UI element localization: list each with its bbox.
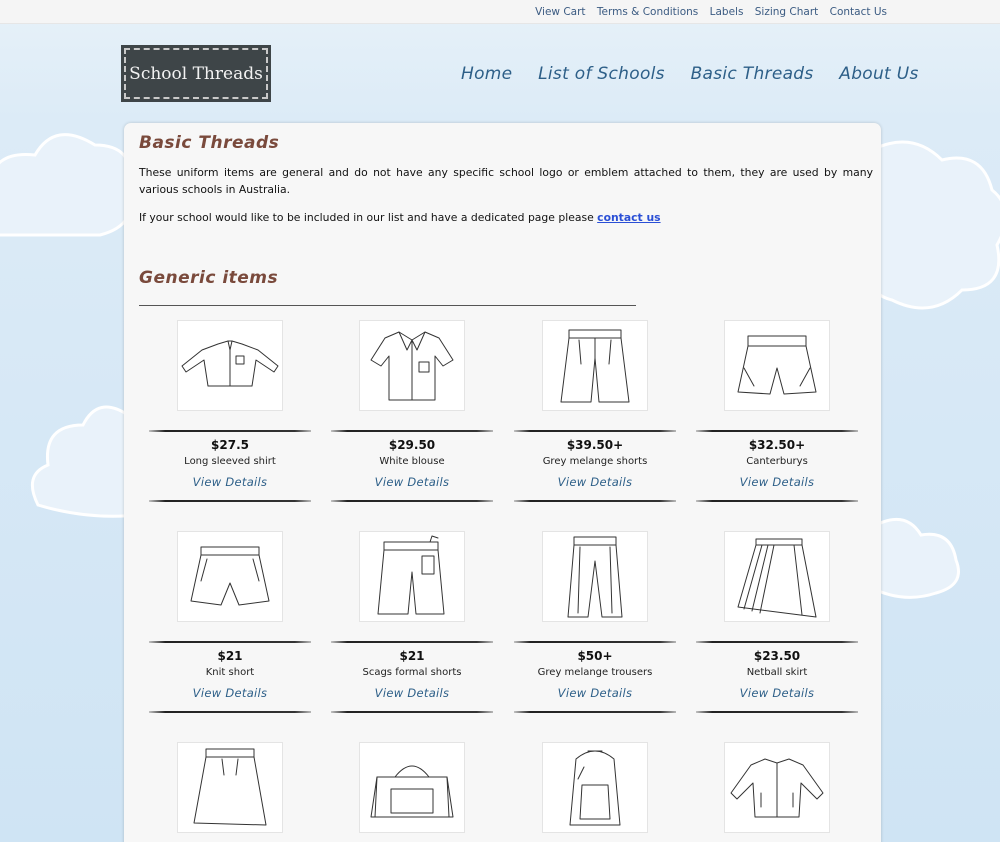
product-thumbnail[interactable] bbox=[177, 320, 283, 411]
jacket-icon bbox=[730, 758, 824, 817]
pleated-skirt-icon bbox=[737, 538, 817, 617]
contact-us-inline-link[interactable]: contact us bbox=[597, 211, 660, 224]
main-nav: Home List of Schools Basic Threads About… bbox=[461, 64, 939, 84]
divider bbox=[149, 641, 311, 643]
product-thumbnail[interactable] bbox=[359, 742, 465, 833]
product-price: $27.5 bbox=[211, 438, 249, 452]
contact-us-link[interactable]: Contact Us bbox=[830, 6, 887, 18]
product-thumbnail[interactable] bbox=[724, 531, 830, 622]
divider bbox=[149, 711, 311, 713]
canterbury-shorts-icon bbox=[737, 335, 817, 394]
nav-list-of-schools[interactable]: List of Schools bbox=[538, 64, 665, 84]
view-cart-link[interactable]: View Cart bbox=[535, 6, 585, 18]
view-details-link[interactable]: View Details bbox=[696, 686, 858, 700]
divider bbox=[696, 641, 858, 643]
product-name: Grey melange trousers bbox=[537, 667, 653, 678]
nav-basic-threads[interactable]: Basic Threads bbox=[691, 64, 814, 84]
product-price: $29.50 bbox=[388, 438, 436, 452]
skirt-icon bbox=[193, 748, 267, 825]
divider bbox=[514, 430, 676, 432]
product-thumbnail[interactable] bbox=[359, 320, 465, 411]
product-thumbnail[interactable] bbox=[724, 320, 830, 411]
sizing-chart-link[interactable]: Sizing Chart bbox=[755, 6, 819, 18]
blouse-icon bbox=[370, 331, 454, 400]
view-details-link[interactable]: View Details bbox=[331, 686, 493, 700]
divider bbox=[696, 500, 858, 502]
intro-contact-text: If your school would like to be included… bbox=[139, 209, 873, 226]
product-price: $21 bbox=[399, 649, 425, 663]
nav-home[interactable]: Home bbox=[461, 64, 512, 84]
product-name: Netball skirt bbox=[746, 667, 808, 678]
intro-text: These uniform items are general and do n… bbox=[139, 166, 873, 196]
cloud-decoration-lower-right bbox=[876, 517, 960, 599]
product-name: Canterburys bbox=[746, 456, 808, 467]
view-details-link[interactable]: View Details bbox=[149, 686, 311, 700]
view-details-link[interactable]: View Details bbox=[514, 686, 676, 700]
formal-shorts-icon bbox=[377, 535, 445, 614]
product-name: Knit short bbox=[205, 667, 255, 678]
sports-bag-icon bbox=[370, 765, 454, 817]
divider bbox=[331, 500, 493, 502]
product-thumbnail[interactable] bbox=[177, 531, 283, 622]
divider bbox=[331, 641, 493, 643]
intro-contact-prefix: If your school would like to be included… bbox=[139, 211, 594, 224]
cloud-decoration-lower-left bbox=[30, 405, 138, 518]
section-divider bbox=[139, 305, 636, 306]
divider bbox=[514, 711, 676, 713]
product-name: Grey melange shorts bbox=[542, 456, 648, 467]
product-price: $39.50+ bbox=[566, 438, 624, 452]
product-name: Scags formal shorts bbox=[362, 667, 462, 678]
product-thumbnail[interactable] bbox=[177, 742, 283, 833]
knit-short-icon bbox=[190, 546, 270, 605]
section-title: Generic items bbox=[139, 268, 279, 288]
view-details-link[interactable]: View Details bbox=[696, 475, 858, 489]
divider bbox=[514, 641, 676, 643]
page-title: Basic Threads bbox=[139, 133, 280, 153]
divider bbox=[331, 711, 493, 713]
product-thumbnail[interactable] bbox=[724, 742, 830, 833]
backpack-icon bbox=[569, 750, 621, 825]
view-details-link[interactable]: View Details bbox=[149, 475, 311, 489]
divider bbox=[696, 711, 858, 713]
product-price: $21 bbox=[217, 649, 243, 663]
product-price: $23.50 bbox=[753, 649, 801, 663]
cloud-decoration-left bbox=[0, 133, 134, 237]
trousers-icon bbox=[567, 536, 623, 617]
divider bbox=[696, 430, 858, 432]
terms-conditions-link[interactable]: Terms & Conditions bbox=[597, 6, 698, 18]
logo-text: School Threads bbox=[129, 63, 263, 84]
content-panel: Basic Threads These uniform items are ge… bbox=[124, 123, 881, 842]
view-details-link[interactable]: View Details bbox=[331, 475, 493, 489]
site-logo[interactable]: School Threads bbox=[121, 45, 271, 102]
product-name: White blouse bbox=[379, 456, 445, 467]
product-thumbnail[interactable] bbox=[542, 531, 648, 622]
divider bbox=[149, 500, 311, 502]
product-thumbnail[interactable] bbox=[542, 320, 648, 411]
product-thumbnail[interactable] bbox=[542, 742, 648, 833]
product-name: Long sleeved shirt bbox=[184, 456, 276, 467]
nav-about-us[interactable]: About Us bbox=[839, 64, 918, 84]
top-utility-bar: View Cart Terms & Conditions Labels Sizi… bbox=[0, 0, 1000, 24]
divider bbox=[149, 430, 311, 432]
divider bbox=[514, 500, 676, 502]
cloud-decoration-right bbox=[872, 140, 1000, 310]
top-links: View Cart Terms & Conditions Labels Sizi… bbox=[527, 6, 887, 18]
product-thumbnail[interactable] bbox=[359, 531, 465, 622]
shorts-icon bbox=[560, 329, 630, 402]
product-price: $50+ bbox=[577, 649, 613, 663]
divider bbox=[331, 430, 493, 432]
view-details-link[interactable]: View Details bbox=[514, 475, 676, 489]
labels-link[interactable]: Labels bbox=[710, 6, 744, 18]
long-sleeved-shirt-icon bbox=[181, 340, 279, 386]
product-price: $32.50+ bbox=[748, 438, 806, 452]
